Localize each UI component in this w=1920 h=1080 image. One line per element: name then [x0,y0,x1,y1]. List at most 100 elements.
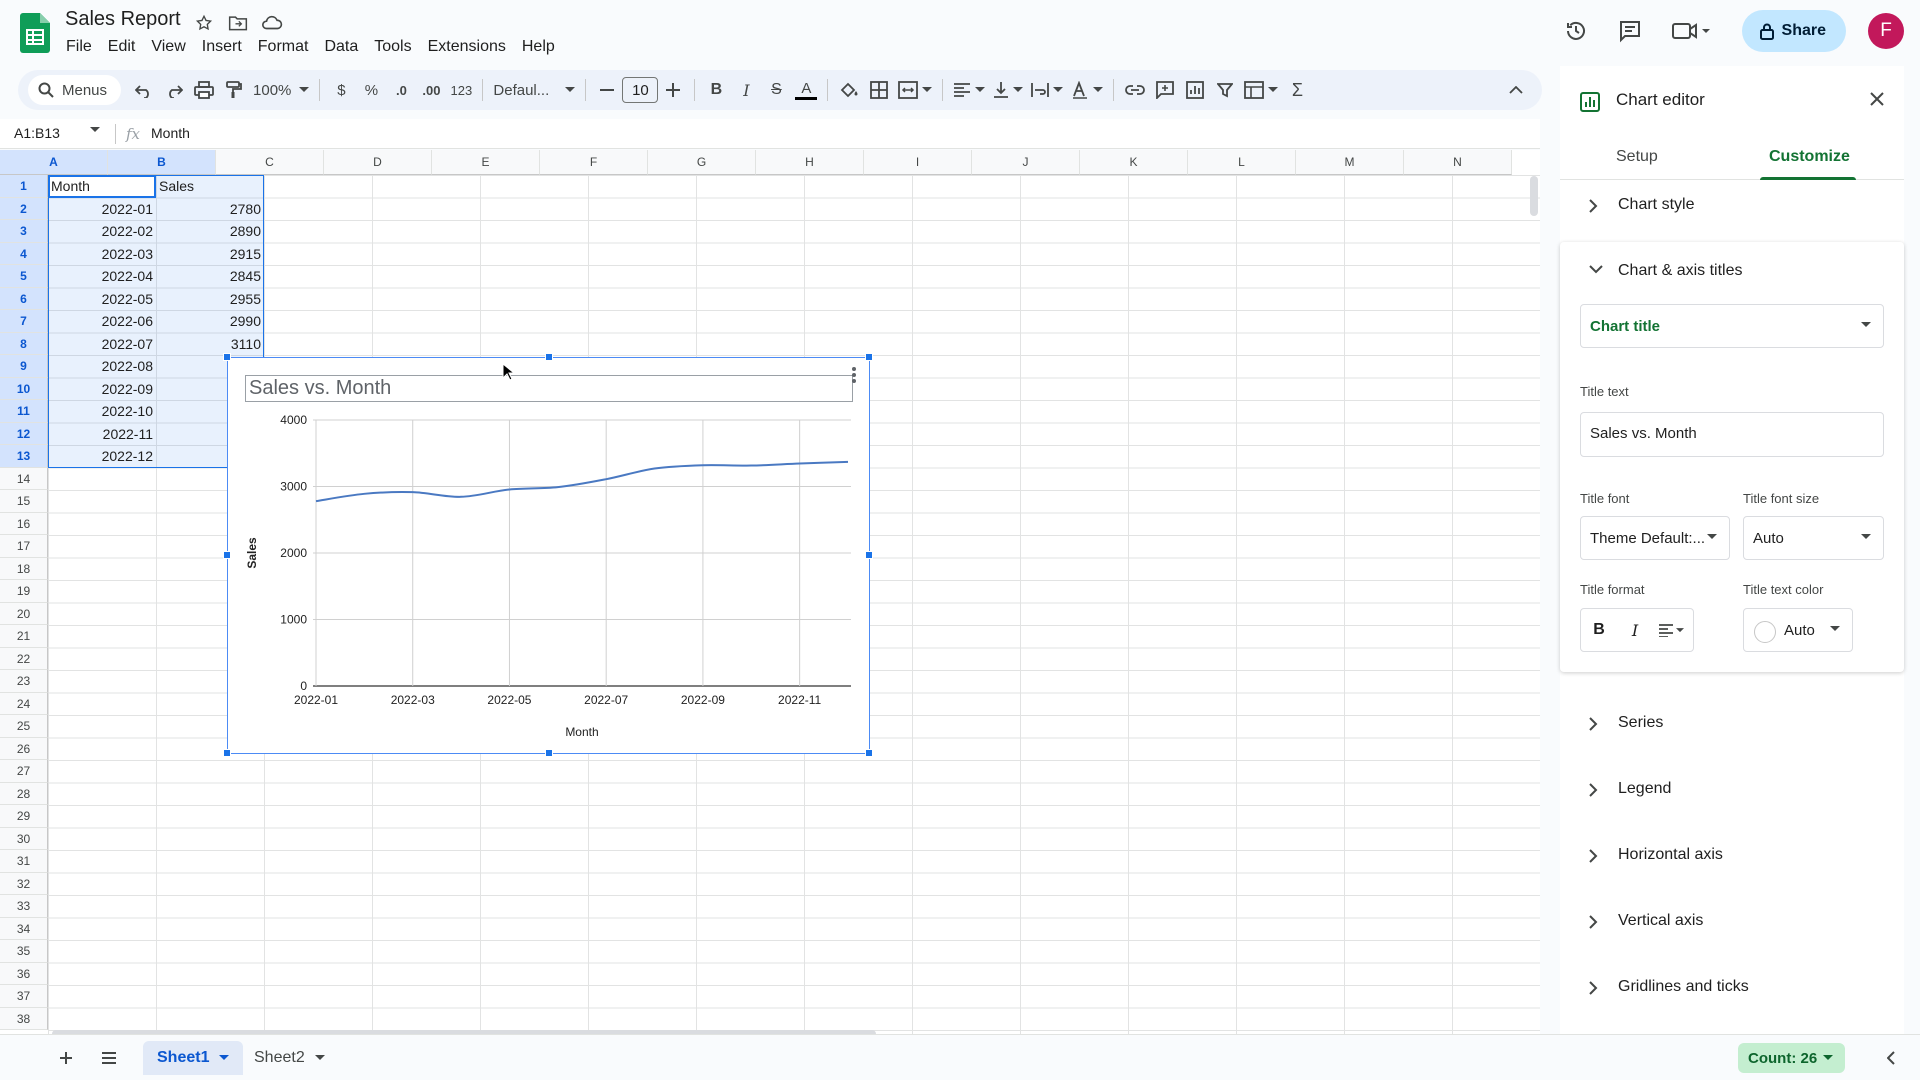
text-color-button[interactable]: A [791,75,821,105]
tab-setup[interactable]: Setup [1616,148,1658,166]
sheet-tab-sheet2[interactable]: Sheet2 [240,1041,339,1075]
row-header-8[interactable]: 8 [0,332,48,355]
cell-sales[interactable]: 2990 [156,310,264,333]
row-header-13[interactable]: 13 [0,445,48,468]
comments-icon[interactable] [1610,11,1650,51]
strikethrough-button[interactable]: S [761,75,791,105]
cell-month[interactable]: 2022-04 [48,265,156,288]
resize-handle[interactable] [865,749,873,757]
row-header-16[interactable]: 16 [0,512,48,535]
row-header-29[interactable]: 29 [0,805,48,828]
cell-month[interactable]: 2022-05 [48,288,156,311]
row-header-3[interactable]: 3 [0,220,48,243]
resize-handle[interactable] [223,353,231,361]
decrease-decimal-button[interactable]: .0 [386,75,416,105]
row-header-1[interactable]: 1 [0,175,48,198]
percent-format-button[interactable]: % [356,75,386,105]
all-sheets-icon[interactable] [98,1047,120,1069]
tab-customize[interactable]: Customize [1769,148,1850,166]
column-header-l[interactable]: L [1188,150,1296,175]
row-header-5[interactable]: 5 [0,265,48,288]
cell-month[interactable]: 2022-03 [48,243,156,266]
row-header-14[interactable]: 14 [0,467,48,490]
column-header-d[interactable]: D [324,150,432,175]
column-header-k[interactable]: K [1080,150,1188,175]
sheets-logo-icon[interactable] [20,13,50,53]
cell-header-month[interactable]: Month [48,175,156,198]
row-header-34[interactable]: 34 [0,917,48,940]
title-align-button[interactable] [1653,608,1689,652]
undo-icon[interactable] [129,75,159,105]
sheet-tab-sheet1[interactable]: Sheet1 [143,1041,244,1075]
document-title[interactable]: Sales Report [65,8,181,31]
formula-input[interactable]: Month [151,125,190,141]
section-chart-style[interactable]: Chart style [1560,184,1904,228]
paint-format-icon[interactable] [219,75,249,105]
name-box[interactable]: A1:B13 [14,125,60,141]
functions-button[interactable]: Σ [1282,75,1312,105]
resize-handle[interactable] [223,749,231,757]
resize-handle[interactable] [865,353,873,361]
cell-month[interactable]: 2022-12 [48,445,156,468]
account-avatar[interactable]: F [1868,13,1904,49]
column-header-m[interactable]: M [1296,150,1404,175]
font-size-input[interactable]: 10 [622,77,659,103]
row-header-35[interactable]: 35 [0,940,48,963]
section-vertical-axis[interactable]: Vertical axis [1560,900,1904,944]
insert-comment-icon[interactable] [1150,75,1180,105]
add-sheet-icon[interactable] [55,1047,77,1069]
column-header-a[interactable]: A [0,150,108,175]
cell-sales[interactable]: 2955 [156,288,264,311]
menu-edit[interactable]: Edit [100,36,144,58]
row-header-12[interactable]: 12 [0,422,48,445]
row-header-10[interactable]: 10 [0,377,48,400]
row-header-9[interactable]: 9 [0,355,48,378]
chart-more-options-icon[interactable] [851,366,857,384]
borders-icon[interactable] [864,75,894,105]
move-folder-icon[interactable] [227,12,249,34]
row-header-33[interactable]: 33 [0,895,48,918]
zoom-select[interactable]: 100% [249,75,313,105]
cell-month[interactable]: 2022-09 [48,378,156,401]
column-header-b[interactable]: B [108,150,216,175]
column-header-e[interactable]: E [432,150,540,175]
increase-decimal-button[interactable]: .00 [416,75,446,105]
collapse-toolbar-icon[interactable] [1504,78,1528,102]
title-text-input[interactable]: Sales vs. Month [1580,412,1884,457]
title-type-dropdown[interactable]: Chart title [1580,304,1884,348]
row-header-17[interactable]: 17 [0,535,48,558]
horizontal-align-icon[interactable] [949,75,989,105]
row-header-7[interactable]: 7 [0,310,48,333]
expand-side-panel-icon[interactable] [1880,1047,1902,1069]
chevron-down-icon[interactable] [90,127,100,133]
print-icon[interactable] [189,75,219,105]
redo-icon[interactable] [159,75,189,105]
search-menus-button[interactable]: Menus [28,75,122,105]
row-header-4[interactable]: 4 [0,242,48,265]
chart-title[interactable]: Sales vs. Month [245,375,853,402]
title-font-dropdown[interactable]: Theme Default:... [1580,516,1730,560]
menu-help[interactable]: Help [514,36,563,58]
column-header-n[interactable]: N [1404,150,1512,175]
cloud-saved-icon[interactable] [261,12,283,34]
text-rotation-icon[interactable] [1067,75,1107,105]
star-icon[interactable] [193,12,215,34]
text-wrapping-icon[interactable] [1027,75,1067,105]
title-font-size-dropdown[interactable]: Auto [1743,516,1884,560]
row-header-2[interactable]: 2 [0,197,48,220]
title-italic-button[interactable]: I [1617,608,1653,652]
currency-format-button[interactable]: $ [326,75,356,105]
row-header-25[interactable]: 25 [0,715,48,738]
row-header-18[interactable]: 18 [0,557,48,580]
resize-handle[interactable] [545,353,553,361]
row-header-36[interactable]: 36 [0,962,48,985]
row-header-37[interactable]: 37 [0,985,48,1008]
menu-data[interactable]: Data [316,36,366,58]
row-header-38[interactable]: 38 [0,1007,48,1030]
more-formats-button[interactable]: 123 [446,75,476,105]
menu-tools[interactable]: Tools [366,36,419,58]
insert-chart-icon[interactable] [1180,75,1210,105]
cell-sales[interactable]: 3110 [156,333,264,356]
meet-video-icon[interactable] [1664,11,1718,51]
menu-file[interactable]: File [58,36,100,58]
